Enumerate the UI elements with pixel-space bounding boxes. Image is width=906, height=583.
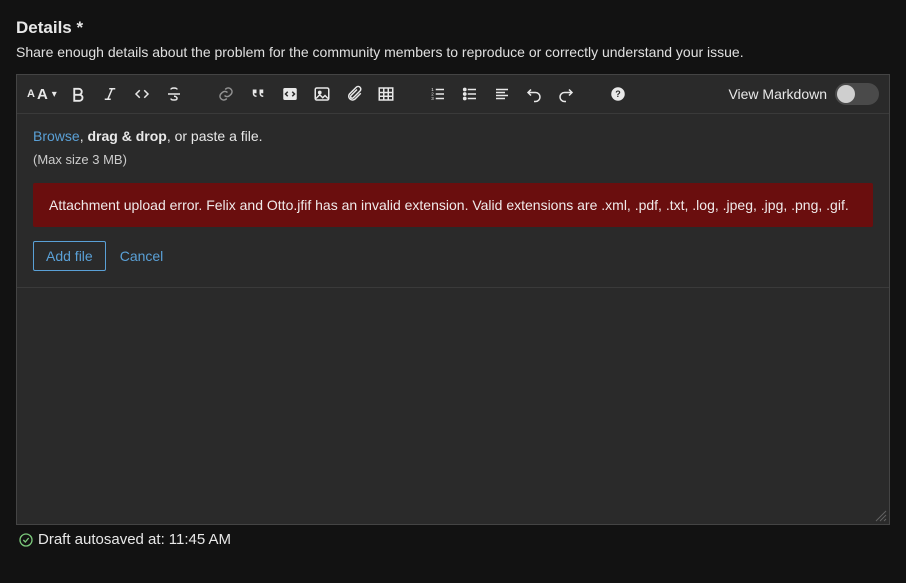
help-button[interactable]: ?	[607, 83, 629, 105]
code-block-button[interactable]	[279, 83, 301, 105]
editor-toolbar: AA▾ 123	[17, 75, 889, 114]
toolbar-group-text: AA▾	[27, 83, 185, 105]
drag-drop-text: drag & drop	[87, 128, 166, 144]
autosave-status: Draft autosaved at: 11:45 AM	[18, 531, 890, 548]
autosave-prefix: Draft autosaved at:	[38, 531, 165, 548]
image-button[interactable]	[311, 83, 333, 105]
editor-textarea[interactable]	[17, 288, 889, 524]
cancel-link[interactable]: Cancel	[120, 248, 164, 264]
details-section: Details * Share enough details about the…	[0, 0, 906, 548]
redo-button[interactable]	[555, 83, 577, 105]
upload-error-message: Attachment upload error. Felix and Otto.…	[33, 183, 873, 227]
drop-actions: Add file Cancel	[33, 241, 873, 271]
drop-instructions: Browse, drag & drop, or paste a file.	[33, 128, 873, 144]
check-circle-icon	[18, 532, 34, 548]
ordered-list-button[interactable]: 123	[427, 83, 449, 105]
svg-text:?: ?	[615, 89, 621, 99]
quote-button[interactable]	[247, 83, 269, 105]
code-button[interactable]	[131, 83, 153, 105]
link-button[interactable]	[215, 83, 237, 105]
toolbar-group-list: 123	[427, 83, 577, 105]
strikethrough-button[interactable]	[163, 83, 185, 105]
view-markdown-toggle[interactable]	[835, 83, 879, 105]
add-file-button[interactable]: Add file	[33, 241, 106, 271]
browse-link[interactable]: Browse	[33, 128, 80, 144]
unordered-list-button[interactable]	[459, 83, 481, 105]
resize-handle-icon[interactable]	[875, 510, 887, 522]
attachment-button[interactable]	[343, 83, 365, 105]
rich-text-editor: AA▾ 123	[16, 74, 890, 525]
file-drop-area[interactable]: Browse, drag & drop, or paste a file. (M…	[17, 114, 889, 288]
section-title: Details *	[16, 18, 890, 38]
section-subtitle: Share enough details about the problem f…	[16, 44, 890, 60]
view-markdown-label: View Markdown	[728, 86, 827, 102]
toolbar-group-insert	[215, 83, 397, 105]
bold-button[interactable]	[67, 83, 89, 105]
svg-text:3: 3	[431, 96, 434, 101]
max-size-text: (Max size 3 MB)	[33, 152, 873, 167]
table-button[interactable]	[375, 83, 397, 105]
italic-button[interactable]	[99, 83, 121, 105]
undo-button[interactable]	[523, 83, 545, 105]
paste-text: , or paste a file.	[167, 128, 263, 144]
align-button[interactable]	[491, 83, 513, 105]
view-markdown-control: View Markdown	[728, 83, 879, 105]
autosave-time: 11:45 AM	[169, 531, 231, 548]
font-size-button[interactable]: AA▾	[27, 83, 57, 105]
